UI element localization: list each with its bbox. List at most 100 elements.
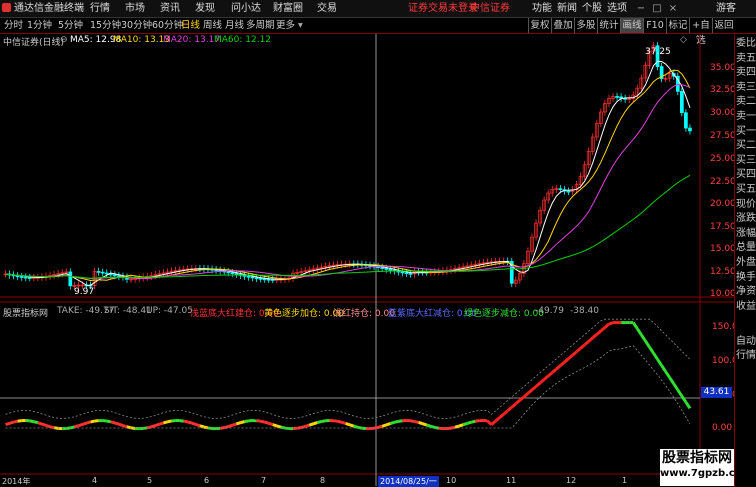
period-tick[interactable]: 分时 — [4, 18, 23, 33]
period-1min[interactable]: 1分钟 — [27, 18, 52, 33]
candle-body — [254, 277, 259, 280]
indicator-segment — [240, 420, 245, 425]
candle-body — [558, 188, 563, 191]
indicator-segment — [49, 425, 55, 430]
menu-trade[interactable]: 交易 — [317, 0, 337, 17]
candle-body — [566, 190, 571, 193]
indicator-segment — [414, 419, 419, 424]
period-30min[interactable]: 30分钟 — [121, 18, 152, 33]
draw-line-button[interactable]: 画线 — [620, 18, 643, 33]
x-label-8: 8 — [320, 476, 326, 485]
indicator-segment — [547, 371, 554, 378]
menu-ask[interactable]: 问小达 — [231, 0, 261, 17]
indicator-segment — [41, 422, 47, 427]
sidebar-item-15: 外盘 — [736, 257, 756, 268]
menu-function[interactable]: 功能 — [532, 0, 552, 17]
candle-body — [27, 277, 32, 279]
indicator-segment — [300, 424, 306, 429]
indicator-segment — [575, 347, 582, 353]
indicator-marker-value: 43.61 — [701, 387, 732, 398]
f10-button[interactable]: F10 — [643, 18, 666, 33]
y-tick-12-5: 12.50 — [710, 267, 736, 277]
period-60min[interactable]: 60分钟 — [152, 18, 183, 33]
indicator-segment — [114, 421, 120, 426]
menu-market[interactable]: 市场 — [125, 0, 145, 17]
indicator-segment — [668, 376, 676, 385]
overlay-button[interactable]: 叠加 — [551, 18, 574, 33]
candle-body — [246, 275, 251, 278]
candle-body — [615, 96, 619, 98]
menu-discover[interactable]: 发现 — [195, 0, 215, 17]
stats-button[interactable]: 统计 — [597, 18, 620, 33]
indicator-segment — [579, 343, 586, 350]
close-icon[interactable]: × — [666, 0, 680, 17]
mark-button[interactable]: 标记 — [666, 18, 689, 33]
back-button[interactable]: 返回 — [712, 18, 735, 33]
period-more[interactable]: 更多 — [276, 18, 295, 33]
kline-chart[interactable] — [0, 34, 734, 486]
menu-stock[interactable]: 个股 — [582, 0, 602, 17]
indicator-segment — [260, 419, 266, 424]
period-toolbar: 分时 1分钟 5分钟 15分钟 30分钟 60分钟 日线 周线 月线 多周期 更… — [0, 18, 756, 46]
indicator-add: 黄色逐步加仓: 0.00 — [264, 309, 344, 319]
sidebar-item-12: 涨跌 — [736, 213, 756, 225]
app-logo: 通达信金融终端 — [2, 0, 84, 17]
indicator-segment — [158, 421, 164, 426]
indicator-segment — [506, 406, 513, 412]
indicator-segment — [410, 419, 415, 423]
add-watchlist-button[interactable]: +自选 — [689, 18, 712, 46]
period-monthly[interactable]: 月线 — [225, 18, 244, 33]
broker-name[interactable]: 中信证券 — [470, 0, 510, 17]
menu-headlines[interactable]: 新闻 — [557, 0, 577, 17]
menu-quotes[interactable]: 行情 — [90, 0, 110, 17]
restore-icon[interactable]: □ — [650, 0, 664, 17]
sidebar-item-9: 买四 — [736, 169, 756, 181]
x-label-6: 6 — [204, 476, 210, 485]
indicator-segment — [458, 423, 464, 428]
indicator-segment — [37, 421, 43, 426]
period-daily[interactable]: 日线 — [181, 18, 200, 33]
x-label-1: 1 — [622, 476, 628, 485]
period-weekly[interactable]: 周线 — [203, 18, 222, 33]
quote-sidebar: 委比 卖五 卖四 卖三 卖二 卖一 买一 买二 买三 买四 买五 现价 涨跌 涨幅 总量 外盘 换手 净资 收益 自… — [734, 34, 756, 487]
indicator-segment — [475, 419, 480, 423]
sidebar-item-18: 收益 — [736, 300, 756, 312]
sidebar-auto[interactable]: 自动 — [736, 336, 756, 348]
guest-label[interactable]: 游客 — [716, 0, 736, 17]
menu-news[interactable]: 资讯 — [160, 0, 180, 17]
indicator-segment — [235, 421, 241, 426]
sidebar-quote[interactable]: 行情 — [736, 350, 756, 362]
indicator-segment — [498, 413, 505, 419]
candle-body — [230, 272, 235, 274]
indicator-segment — [304, 423, 310, 428]
indicator-segment — [644, 340, 651, 348]
indicator-segment — [13, 419, 18, 424]
low-price-label: 9.97 — [74, 287, 95, 297]
candle-body — [68, 271, 73, 287]
indicator-segment — [567, 354, 574, 360]
x-label-2014: 2014年 — [2, 477, 31, 486]
indicator-segment — [684, 401, 692, 410]
watermark-title: 股票指标网 — [662, 450, 732, 466]
y-tick-20: 20.00 — [710, 199, 736, 209]
sidebar-red-marker — [742, 110, 754, 116]
indicator-segment — [231, 422, 237, 427]
indicator-segment — [672, 382, 680, 391]
candle-body — [104, 272, 109, 275]
period-5min[interactable]: 5分钟 — [58, 18, 83, 33]
menu-wealth[interactable]: 财富圈 — [273, 0, 303, 17]
logo-icon — [2, 3, 11, 12]
login-warning[interactable]: 证券交易未登录 — [408, 0, 478, 17]
restore-rights-button[interactable]: 复权 — [528, 18, 551, 33]
period-multi[interactable]: 多周期 — [246, 18, 275, 33]
multi-stock-button[interactable]: 多股 — [574, 18, 597, 33]
ind-tick-0: 0.00 — [712, 423, 733, 433]
candle-body — [117, 275, 121, 278]
period-15min[interactable]: 15分钟 — [90, 18, 121, 33]
indicator-segment — [316, 420, 322, 424]
indicator-segment — [522, 392, 529, 398]
menu-options[interactable]: 选项 — [607, 0, 627, 17]
more-dropdown-icon[interactable]: ▾ — [298, 18, 303, 33]
minimize-icon[interactable]: − — [634, 0, 648, 17]
indicator-segment — [486, 419, 493, 426]
